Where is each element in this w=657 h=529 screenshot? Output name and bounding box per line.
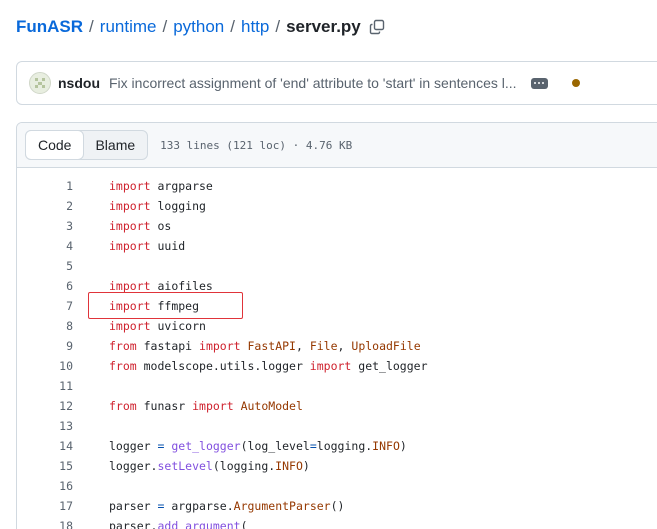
code-line: 17 parser = argparse.ArgumentParser() — [17, 496, 657, 516]
code-line: 4 import uuid — [17, 236, 657, 256]
breadcrumb-separator: / — [162, 17, 168, 36]
file-header: Code Blame 133 lines (121 loc) · 4.76 KB — [17, 123, 657, 168]
breadcrumb: FunASR / runtime / python / http / serve… — [16, 17, 385, 37]
breadcrumb-segment-python[interactable]: python — [173, 17, 224, 37]
line-number[interactable]: 10 — [17, 356, 73, 376]
code-line: 12 from funasr import AutoModel — [17, 396, 657, 416]
line-number[interactable]: 18 — [17, 516, 73, 529]
breadcrumb-separator: / — [275, 17, 281, 36]
line-number[interactable]: 7 — [17, 296, 73, 316]
code-line: 18 parser.add_argument( — [17, 516, 657, 529]
line-number[interactable]: 4 — [17, 236, 73, 256]
code-line: 5 — [17, 256, 657, 276]
code-text: import uvicorn — [109, 319, 206, 333]
line-number[interactable]: 13 — [17, 416, 73, 436]
kebab-horizontal-icon[interactable] — [530, 77, 548, 89]
status-dot-icon[interactable] — [571, 79, 580, 87]
commit-message[interactable]: Fix incorrect assignment of 'end' attrib… — [109, 75, 517, 91]
code-text: import aiofiles — [109, 279, 213, 293]
code-line: 16 — [17, 476, 657, 496]
breadcrumb-segment-http[interactable]: http — [241, 17, 269, 37]
code-text: import uuid — [109, 239, 186, 253]
code-line: 14 logger = get_logger(log_level=logging.… — [17, 436, 657, 456]
line-number[interactable]: 14 — [17, 436, 73, 456]
line-number[interactable]: 17 — [17, 496, 73, 516]
tab-code[interactable]: Code — [25, 130, 85, 160]
code-text: parser = argparse.ArgumentParser() — [109, 499, 345, 513]
breadcrumb-repo-link[interactable]: FunASR — [16, 17, 83, 37]
line-number[interactable]: 16 — [17, 476, 73, 496]
file-info: 133 lines (121 loc) · 4.76 KB — [160, 138, 353, 152]
tab-blame[interactable]: Blame — [83, 131, 147, 159]
latest-commit-bar: nsdou Fix incorrect assignment of 'end' … — [16, 61, 657, 105]
breadcrumb-separator: / — [230, 17, 235, 36]
code-text: from modelscope.utils.logger import get_… — [109, 359, 428, 373]
code-text: from funasr import AutoModel — [109, 399, 303, 413]
avatar[interactable] — [29, 72, 51, 94]
code-line: 6 import aiofiles — [17, 276, 657, 296]
line-number[interactable]: 12 — [17, 396, 73, 416]
breadcrumb-file-name: server.py — [286, 17, 361, 36]
code-text: import os — [109, 219, 172, 233]
view-toggle: Code Blame — [25, 130, 149, 160]
line-number[interactable]: 8 — [17, 316, 73, 336]
code-line: 2 import logging — [17, 196, 657, 216]
breadcrumb-segment-runtime[interactable]: runtime — [100, 17, 157, 37]
code-line: 9 from fastapi import FastAPI, File, Uplo… — [17, 336, 657, 356]
code-line: 15 logger.setLevel(logging.INFO) — [17, 456, 657, 476]
line-number[interactable]: 2 — [17, 196, 73, 216]
code-line: 13 — [17, 416, 657, 436]
code-line: 10 from modelscope.utils.logger import ge… — [17, 356, 657, 376]
commit-author[interactable]: nsdou — [58, 75, 100, 91]
line-number[interactable]: 1 — [17, 176, 73, 196]
code-text: import ffmpeg — [109, 299, 200, 313]
line-number[interactable]: 9 — [17, 336, 73, 356]
code-text: import argparse — [109, 179, 213, 193]
code-line: 8 import uvicorn — [17, 316, 657, 336]
code-line: 1 import argparse — [17, 176, 657, 196]
code-text: parser.add_argument( — [109, 519, 248, 529]
code-text: logger.setLevel(logging.INFO) — [109, 459, 310, 473]
breadcrumb-separator: / — [89, 17, 94, 36]
line-number[interactable]: 6 — [17, 276, 73, 296]
line-number[interactable]: 11 — [17, 376, 73, 396]
line-number[interactable]: 5 — [17, 256, 73, 276]
code-text: import logging — [109, 199, 206, 213]
line-number[interactable]: 3 — [17, 216, 73, 236]
code-view: 1 import argparse 2 import logging 3 import o… — [17, 168, 657, 529]
copy-icon[interactable] — [369, 19, 385, 35]
line-number[interactable]: 15 — [17, 456, 73, 476]
code-line: 11 — [17, 376, 657, 396]
code-line: 3 import os — [17, 216, 657, 236]
code-line: 7 import ffmpeg — [17, 296, 657, 316]
code-text: logger = get_logger(log_level=logging.IN… — [109, 439, 407, 453]
code-text: from fastapi import FastAPI, File, Uploa… — [109, 339, 421, 353]
file-view: Code Blame 133 lines (121 loc) · 4.76 KB… — [16, 122, 657, 529]
